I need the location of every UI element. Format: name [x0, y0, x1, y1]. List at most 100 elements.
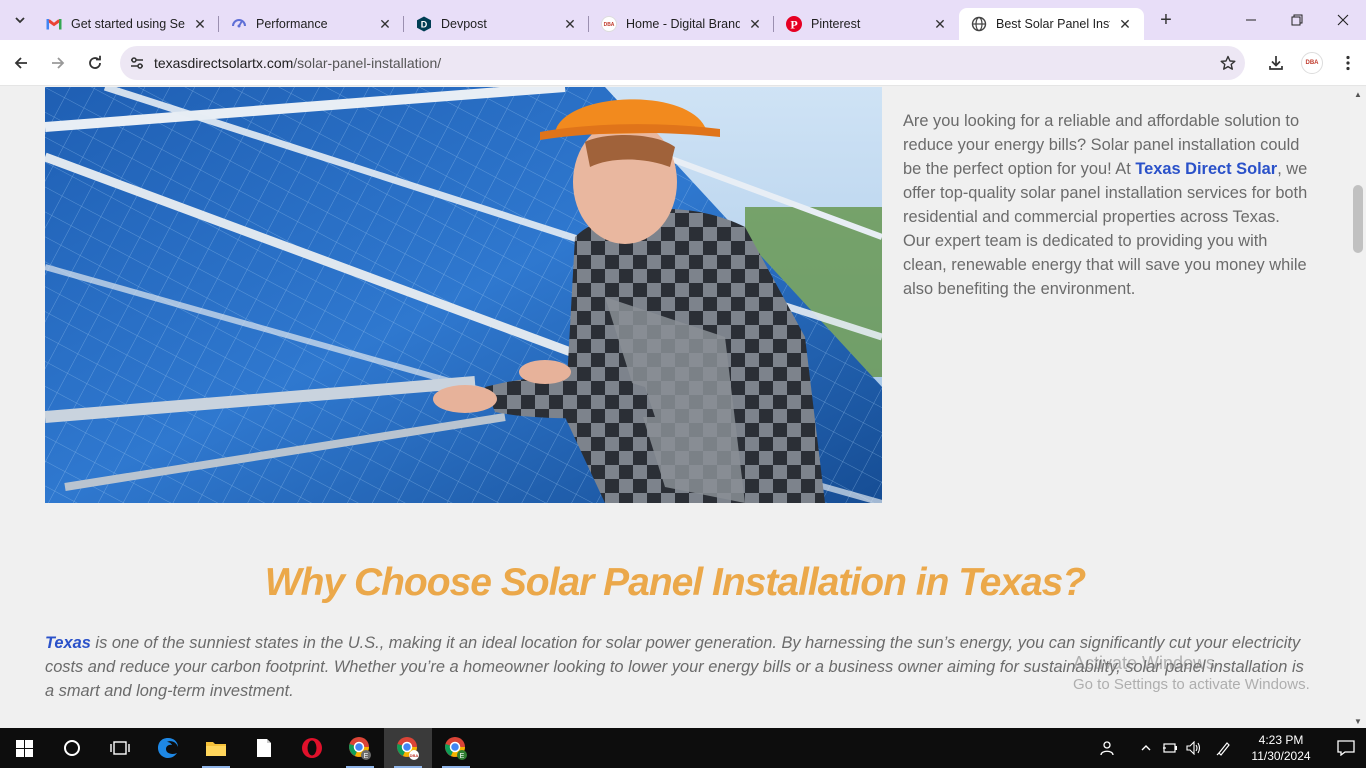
activate-windows-watermark: Activate Windows Go to Settings to activ…	[1073, 652, 1310, 696]
opera-icon	[302, 738, 322, 758]
svg-text:DBA: DBA	[410, 753, 419, 758]
svg-text:D: D	[421, 20, 428, 30]
close-icon	[1337, 14, 1349, 26]
chrome-icon: E	[349, 737, 371, 760]
texas-direct-solar-link[interactable]: Texas Direct Solar	[1135, 160, 1277, 178]
menu-button[interactable]	[1330, 40, 1366, 86]
people-icon[interactable]	[1096, 728, 1120, 768]
tab-title: Pinterest	[811, 17, 861, 31]
start-button[interactable]	[0, 728, 48, 768]
profile-avatar[interactable]: DBA	[1301, 52, 1323, 74]
gmail-icon	[46, 16, 62, 32]
minimize-icon	[1246, 19, 1256, 21]
svg-text:P: P	[790, 18, 797, 32]
url-path: /solar-panel-installation/	[293, 55, 442, 71]
pen-icon[interactable]	[1212, 728, 1236, 768]
svg-text:E: E	[460, 753, 465, 760]
edge-taskbar-button[interactable]	[144, 728, 192, 768]
tab-digital-brand[interactable]: DBA Home - Digital Brand ✕	[588, 8, 774, 40]
arrow-right-icon	[52, 56, 65, 69]
page-scrollbar[interactable]: ▲ ▼	[1350, 87, 1366, 728]
reload-button[interactable]	[79, 47, 111, 79]
document-icon	[257, 739, 271, 757]
cortana-circle-icon	[64, 740, 80, 756]
tab-pinterest[interactable]: P Pinterest ✕	[773, 8, 959, 40]
svg-text:DBA: DBA	[604, 22, 615, 28]
tab-performance[interactable]: Performance ✕	[218, 8, 404, 40]
address-bar[interactable]: texasdirectsolartx.com/solar-panel-insta…	[120, 46, 1245, 80]
chrome-taskbar-button-2[interactable]: DBA	[384, 728, 432, 768]
site-info-button[interactable]	[120, 55, 154, 71]
search-button[interactable]	[48, 728, 96, 768]
restore-button[interactable]	[1274, 0, 1320, 40]
notification-icon	[1337, 740, 1355, 756]
tab-search-button[interactable]	[6, 6, 34, 34]
scrollbar-thumb[interactable]	[1353, 185, 1363, 253]
scroll-up-arrow-icon[interactable]: ▲	[1350, 87, 1366, 101]
new-tab-button[interactable]: +	[1152, 6, 1180, 34]
tab-solar-panel[interactable]: Best Solar Panel Insta ✕	[959, 8, 1144, 40]
tab-title: Get started using Sea	[71, 17, 185, 31]
windows-logo-icon	[15, 739, 33, 757]
close-icon[interactable]: ✕	[376, 15, 394, 33]
section-heading: Why Choose Solar Panel Installation in T…	[264, 561, 1086, 604]
notepad-taskbar-button[interactable]	[240, 728, 288, 768]
solar-installer-photo	[45, 87, 882, 503]
chrome-taskbar-button-1[interactable]: E	[336, 728, 384, 768]
url-host: texasdirectsolartx.com	[154, 55, 294, 71]
devpost-icon: D	[416, 16, 432, 32]
tab-title: Performance	[256, 17, 328, 31]
battery-icon[interactable]	[1158, 728, 1182, 768]
close-icon[interactable]: ✕	[1116, 15, 1134, 33]
window-controls	[1228, 0, 1366, 40]
task-view-button[interactable]	[96, 728, 144, 768]
chrome-icon: DBA	[397, 737, 419, 760]
toolbar-right: DBA	[1258, 40, 1366, 86]
scroll-down-arrow-icon[interactable]: ▼	[1350, 714, 1366, 728]
action-center-button[interactable]	[1326, 728, 1366, 768]
downloads-button[interactable]	[1258, 40, 1294, 86]
texas-link[interactable]: Texas	[45, 634, 91, 652]
tab-title: Devpost	[441, 17, 487, 31]
intro-text-end: , we offer top-quality solar panel insta…	[903, 160, 1308, 298]
edge-icon	[158, 738, 178, 758]
performance-icon	[231, 16, 247, 32]
watermark-subtitle: Go to Settings to activate Windows.	[1073, 676, 1310, 693]
windows-taskbar: E DBA E 4:23 PM 11/30/2024	[0, 728, 1366, 768]
bookmark-button[interactable]	[1211, 55, 1245, 71]
plus-icon: +	[1160, 8, 1172, 31]
more-vert-icon	[1346, 55, 1350, 71]
folder-icon	[206, 742, 226, 756]
watermark-title: Activate Windows	[1073, 653, 1216, 673]
task-view-icon	[110, 741, 130, 755]
clock-date: 11/30/2024	[1251, 749, 1311, 763]
tab-gmail[interactable]: Get started using Sea ✕	[34, 8, 219, 40]
file-explorer-taskbar-button[interactable]	[192, 728, 240, 768]
system-tray: 4:23 PM 11/30/2024	[1096, 728, 1366, 768]
tab-devpost[interactable]: D Devpost ✕	[403, 8, 589, 40]
chevron-down-icon	[15, 17, 25, 24]
back-button[interactable]	[5, 47, 37, 79]
close-icon[interactable]: ✕	[746, 15, 764, 33]
show-hidden-icons-chevron-up-icon[interactable]	[1134, 728, 1158, 768]
chrome-icon: E	[445, 737, 467, 760]
download-icon	[1269, 56, 1283, 70]
close-icon[interactable]: ✕	[561, 15, 579, 33]
taskbar-clock[interactable]: 4:23 PM 11/30/2024	[1244, 732, 1318, 764]
restore-icon	[1291, 14, 1303, 26]
svg-text:E: E	[364, 753, 369, 760]
url-text[interactable]: texasdirectsolartx.com/solar-panel-insta…	[154, 55, 1211, 71]
tab-strip: Get started using Sea ✕ Performance ✕ D …	[0, 0, 1366, 40]
browser-toolbar: texasdirectsolartx.com/solar-panel-insta…	[0, 40, 1366, 86]
forward-button[interactable]	[42, 47, 74, 79]
opera-taskbar-button[interactable]	[288, 728, 336, 768]
chrome-taskbar-button-3[interactable]: E	[432, 728, 480, 768]
tab-title: Home - Digital Brand	[626, 17, 740, 31]
close-icon[interactable]: ✕	[191, 15, 209, 33]
volume-icon[interactable]	[1182, 728, 1206, 768]
arrow-left-icon	[14, 56, 27, 69]
close-icon[interactable]: ✕	[931, 15, 949, 33]
close-window-button[interactable]	[1320, 0, 1366, 40]
minimize-button[interactable]	[1228, 0, 1274, 40]
globe-icon	[971, 16, 987, 32]
